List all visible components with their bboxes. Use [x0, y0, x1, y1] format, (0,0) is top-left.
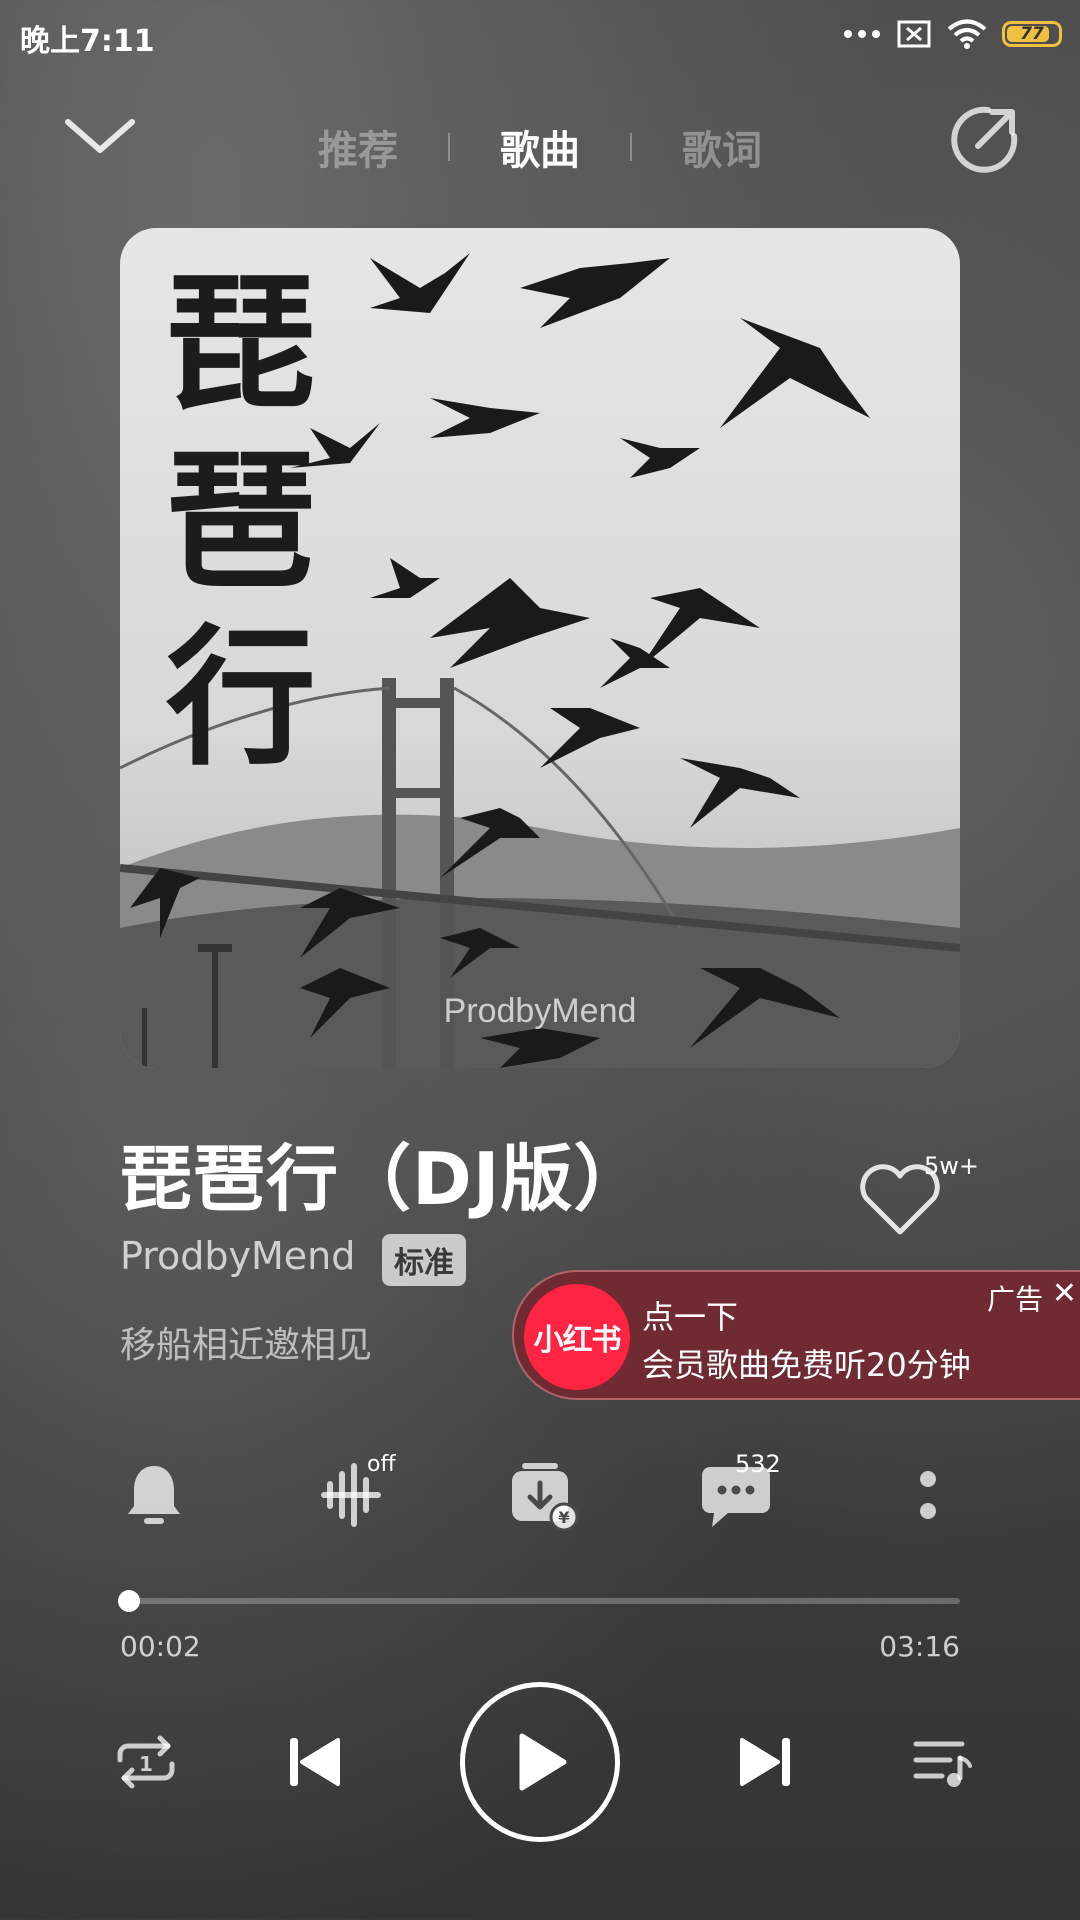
repeat-one-icon: 1 — [117, 1735, 175, 1789]
tab-lyrics[interactable]: 歌词 — [682, 118, 762, 176]
sound-effect-state: off — [367, 1452, 396, 1477]
comment-count: 532 — [735, 1450, 781, 1478]
playlist-icon — [913, 1741, 972, 1787]
tab-bar: 推荐 歌曲 歌词 — [0, 118, 1080, 176]
ad-headline: 点一下 — [642, 1298, 739, 1336]
album-cover-watermark: ProdbyMend — [443, 992, 637, 1030]
download-paid-icon: ¥ — [512, 1463, 579, 1532]
download-button[interactable]: ¥ — [502, 1455, 582, 1535]
tab-recommend[interactable]: 推荐 — [318, 118, 398, 176]
skip-previous-icon — [290, 1738, 340, 1786]
total-time: 03:16 — [879, 1630, 960, 1663]
svg-text:1: 1 — [139, 1752, 153, 1776]
battery-level: 77 — [1020, 24, 1044, 44]
ad-label: 广告 — [986, 1283, 1043, 1316]
like-count: 5w+ — [924, 1152, 980, 1180]
tab-divider — [630, 133, 632, 161]
status-icons: 77 — [842, 18, 1062, 50]
current-lyric: 移船相近邀相见 — [120, 1325, 373, 1366]
wifi-icon — [947, 19, 987, 49]
tab-divider — [448, 133, 450, 161]
next-button[interactable] — [730, 1726, 802, 1798]
tab-song[interactable]: 歌曲 — [500, 118, 580, 176]
ad-banner[interactable]: 小红书 点一下 会员歌曲免费听20分钟 广告 ✕ — [512, 1270, 1080, 1400]
status-time: 晚上7:11 — [20, 24, 155, 59]
ad-description: 会员歌曲免费听20分钟 — [642, 1346, 971, 1384]
song-title: 琵琶行（DJ版） — [120, 1137, 647, 1221]
more-dots-icon — [844, 30, 880, 38]
ad-logo: 小红书 — [524, 1284, 630, 1390]
repeat-one-button[interactable]: 1 — [112, 1732, 180, 1792]
bell-icon — [128, 1466, 180, 1524]
ad-close-button[interactable]: ✕ — [1052, 1278, 1077, 1310]
more-vertical-icon — [920, 1471, 936, 1519]
skip-next-icon — [740, 1738, 790, 1786]
more-options-button[interactable] — [888, 1455, 968, 1535]
ringtone-button[interactable] — [114, 1455, 194, 1535]
sim-x-icon — [897, 20, 931, 48]
battery-icon: 77 — [1002, 21, 1062, 47]
share-icon — [951, 106, 1018, 173]
progress-thumb[interactable] — [117, 1590, 140, 1612]
current-time: 00:02 — [120, 1630, 201, 1663]
play-button[interactable] — [460, 1682, 620, 1842]
previous-button[interactable] — [278, 1726, 350, 1798]
progress-bar[interactable] — [117, 1590, 960, 1612]
quality-badge[interactable]: 标准 — [382, 1234, 466, 1286]
album-cover-title: 琵琶行 — [166, 256, 317, 786]
playlist-button[interactable] — [906, 1732, 978, 1792]
album-cover: 琵琶行 ProdbyMend — [120, 228, 960, 1068]
play-icon — [519, 1733, 567, 1791]
share-button[interactable] — [948, 104, 1020, 176]
svg-text:¥: ¥ — [558, 1508, 569, 1527]
artist-name[interactable]: ProdbyMend — [120, 1234, 355, 1278]
